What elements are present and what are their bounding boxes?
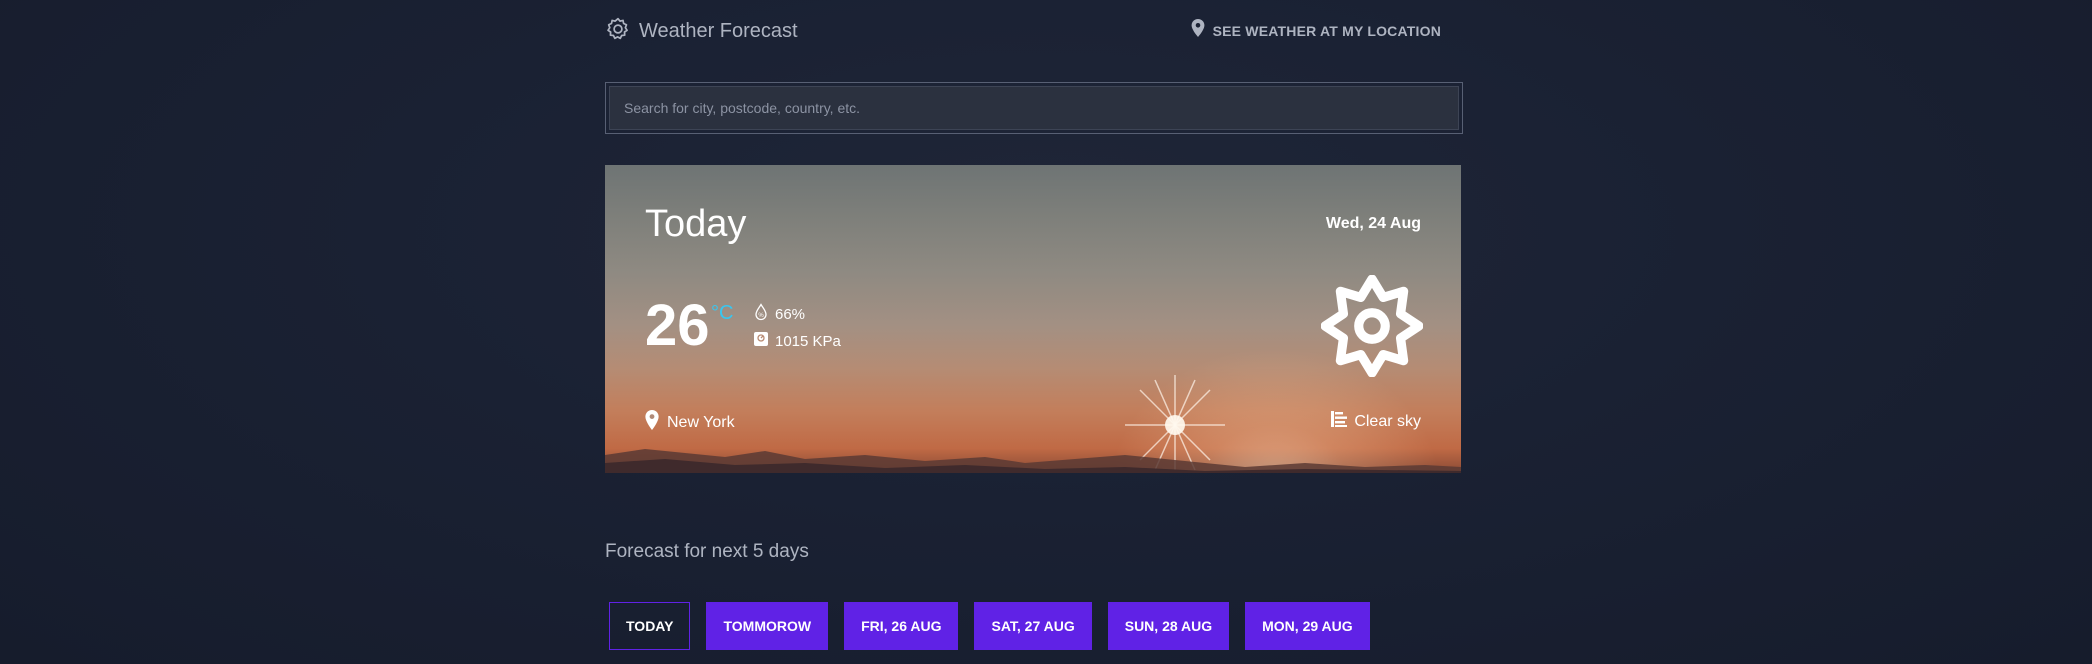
city-name: New York [667, 413, 735, 431]
today-weather-card: Today Wed, 24 Aug 26 °C % 66% 1015 KPa N… [605, 165, 1461, 473]
my-location-link[interactable]: SEE WEATHER AT MY LOCATION [1191, 19, 1441, 42]
map-pin-icon [1191, 19, 1205, 42]
gear-icon [605, 16, 631, 47]
header: Weather Forecast SEE WEATHER AT MY LOCAT… [605, 16, 1461, 44]
text-lines-icon [1330, 410, 1348, 433]
temperature-value: 26 [645, 293, 710, 358]
forecast-title: Forecast for next 5 days [605, 541, 809, 562]
search-box [605, 82, 1463, 134]
tab-sat-27-aug[interactable]: SAT, 27 AUG [974, 602, 1092, 650]
brand-link[interactable]: Weather Forecast [605, 16, 798, 47]
my-location-label: SEE WEATHER AT MY LOCATION [1212, 22, 1441, 39]
humidity-value: 66% [775, 305, 806, 323]
temperature-unit: °C [711, 302, 734, 324]
forecast-tabs: TODAY TOMMOROW FRI, 26 AUG SAT, 27 AUG S… [609, 602, 1370, 650]
tab-sun-28-aug[interactable]: SUN, 28 AUG [1107, 602, 1230, 650]
page: Weather Forecast SEE WEATHER AT MY LOCAT… [605, 0, 1463, 664]
today-title: Today [645, 203, 747, 245]
humidity-icon: % [753, 303, 769, 325]
pressure-stat: 1015 KPa [753, 330, 841, 352]
tab-tomorrow[interactable]: TOMMOROW [706, 602, 829, 650]
svg-text:%: % [758, 313, 764, 319]
condition-label: Clear sky [1330, 410, 1421, 433]
sun-icon [1320, 274, 1424, 378]
hills-silhouette [605, 449, 1461, 473]
search-input[interactable] [609, 86, 1459, 130]
humidity-stat: % 66% [753, 303, 805, 325]
tab-mon-29-aug[interactable]: MON, 29 AUG [1245, 602, 1370, 650]
today-date: Wed, 24 Aug [1325, 215, 1421, 232]
tab-fri-26-aug[interactable]: FRI, 26 AUG [844, 602, 959, 650]
city-label: New York [645, 410, 735, 435]
tab-today[interactable]: TODAY [609, 602, 691, 650]
app-title: Weather Forecast [639, 20, 798, 42]
map-pin-icon [645, 410, 659, 435]
condition-text: Clear sky [1354, 412, 1421, 430]
pressure-value: 1015 KPa [775, 332, 841, 350]
gauge-icon [753, 330, 769, 352]
